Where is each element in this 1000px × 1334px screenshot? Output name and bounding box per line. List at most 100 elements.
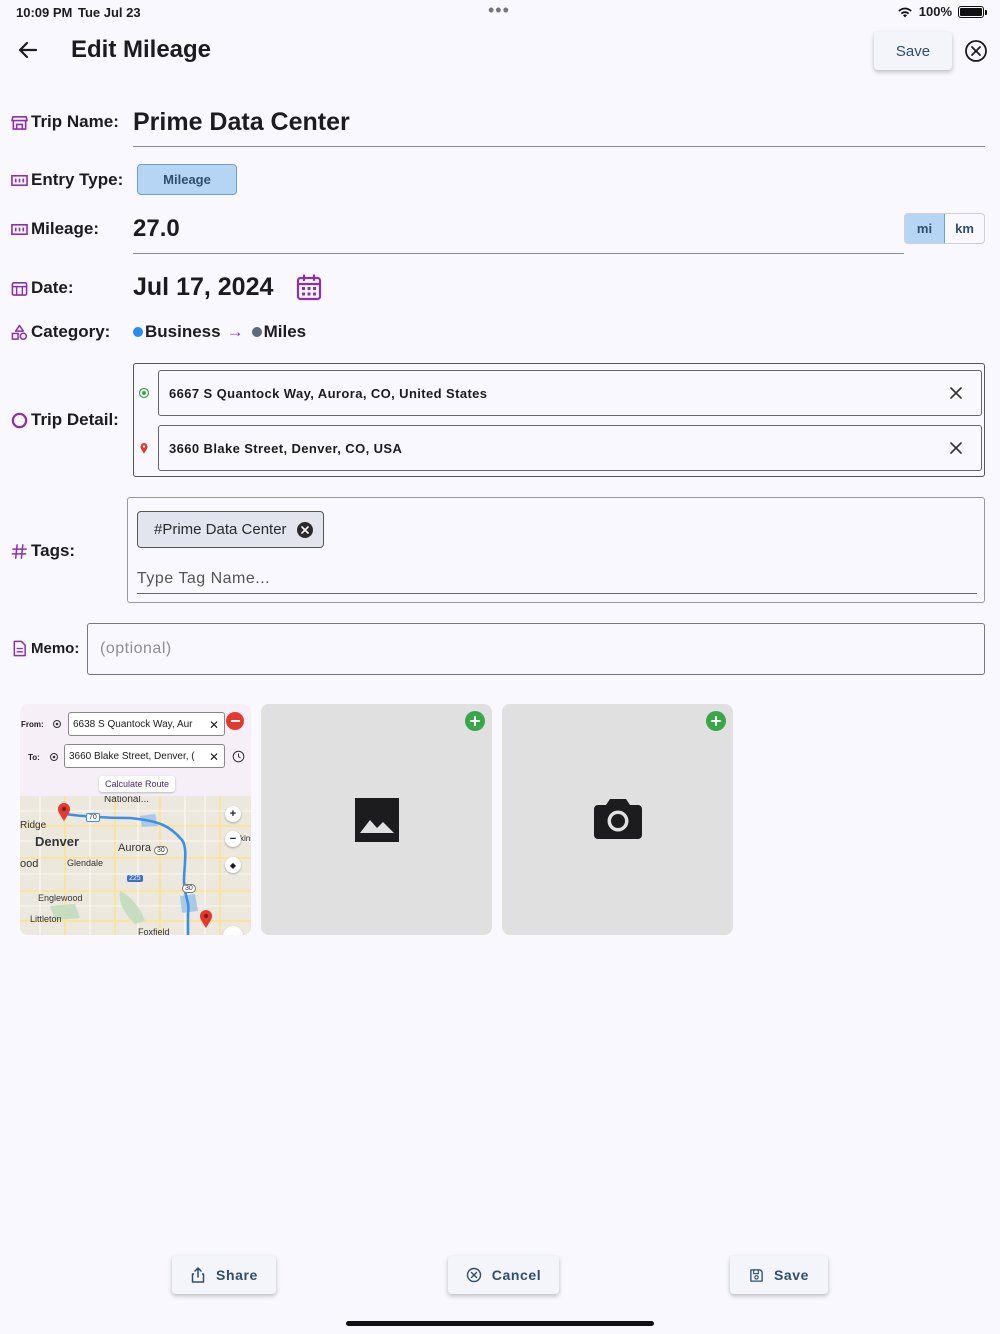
map-layers-icon[interactable]: ◆ bbox=[225, 857, 241, 873]
back-arrow-icon[interactable] bbox=[14, 36, 42, 64]
clear-end-icon[interactable] bbox=[947, 439, 965, 457]
category-value[interactable]: Business → Miles bbox=[133, 322, 306, 342]
battery-percent: 100% bbox=[918, 4, 952, 19]
entry-type-label: Entry Type: bbox=[11, 170, 123, 190]
date-value[interactable]: Jul 17, 2024 bbox=[133, 273, 273, 302]
map-to-clear-icon[interactable]: ✕ bbox=[205, 750, 219, 764]
add-camera-plus-icon[interactable] bbox=[706, 711, 726, 731]
trip-detail-box: 6667 S Quantock Way, Aurora, CO, United … bbox=[133, 363, 985, 477]
cancel-circle-icon bbox=[466, 1267, 481, 1283]
category-to: Miles bbox=[263, 322, 307, 341]
category-label-text: Category: bbox=[31, 322, 111, 341]
save-button-top[interactable]: Save bbox=[874, 32, 952, 70]
tag-name-input[interactable] bbox=[137, 564, 977, 594]
mileage-label-text: Mileage: bbox=[31, 219, 100, 238]
map-preview-tile[interactable]: From: 6638 S Quantock Way, Aur ✕ To: 366… bbox=[20, 704, 251, 935]
camera-tile[interactable] bbox=[502, 704, 733, 935]
mileage-value[interactable]: 27.0 bbox=[133, 215, 180, 243]
end-location-pin-icon bbox=[140, 443, 148, 454]
business-dot bbox=[133, 327, 143, 337]
home-indicator[interactable] bbox=[346, 1321, 654, 1326]
map-place-foxfield: Foxfield bbox=[138, 927, 170, 935]
tags-box: #Prime Data Center bbox=[127, 497, 985, 603]
map-place-glendale: Glendale bbox=[67, 858, 104, 868]
close-circle-icon[interactable] bbox=[964, 39, 988, 63]
memo-input[interactable] bbox=[87, 623, 985, 675]
status-time: 10:09 PM bbox=[16, 5, 73, 20]
map-to-value: 3660 Blake Street, Denver, ( bbox=[69, 750, 195, 762]
start-address-text: 6667 S Quantock Way, Aurora, CO, United … bbox=[169, 385, 488, 401]
trip-name-label-text: Trip Name: bbox=[31, 112, 119, 131]
map-zoom-out-button[interactable]: − bbox=[225, 831, 241, 847]
tag-chip-label: #Prime Data Center bbox=[154, 521, 287, 538]
map-to-row: To: bbox=[28, 752, 59, 762]
end-address-text: 3660 Blake Street, Denver, CO, USA bbox=[169, 440, 403, 456]
highway-225-shield: 225 bbox=[127, 875, 143, 882]
gps-target-icon bbox=[52, 720, 61, 728]
tags-label-text: Tags: bbox=[31, 541, 76, 560]
map-area[interactable]: National... Ridge Denver Aurora ood Glen… bbox=[20, 796, 251, 935]
remove-tag-icon[interactable] bbox=[296, 521, 313, 538]
clear-start-icon[interactable] bbox=[947, 384, 965, 402]
add-photo-plus-icon[interactable] bbox=[465, 711, 485, 731]
route-circle-icon bbox=[11, 412, 28, 428]
map-place-aurora: Aurora bbox=[118, 842, 152, 854]
entry-type-button[interactable]: Mileage bbox=[137, 164, 237, 195]
trip-detail-label: Trip Detail: bbox=[11, 410, 119, 430]
map-to-field[interactable]: 3660 Blake Street, Denver, ( ✕ bbox=[64, 744, 225, 768]
share-button[interactable]: Share bbox=[172, 1256, 276, 1294]
calculate-route-button[interactable]: Calculate Route bbox=[99, 776, 176, 792]
start-address-field[interactable]: 6667 S Quantock Way, Aurora, CO, United … bbox=[158, 370, 982, 416]
map-zoom-in-button[interactable]: + bbox=[225, 806, 241, 822]
save-button-bottom[interactable]: Save bbox=[730, 1256, 828, 1294]
trip-name-value[interactable]: Prime Data Center bbox=[133, 108, 350, 137]
image-gallery-icon bbox=[355, 798, 399, 842]
map-place-kins: kins bbox=[240, 834, 251, 843]
cancel-button[interactable]: Cancel bbox=[448, 1256, 559, 1294]
map-from-field[interactable]: 6638 S Quantock Way, Aur ✕ bbox=[68, 712, 225, 736]
start-map-pin-icon bbox=[58, 803, 70, 821]
map-place-ood: ood bbox=[20, 858, 39, 870]
map-to-label: To: bbox=[28, 752, 40, 762]
share-label: Share bbox=[216, 1267, 258, 1283]
memo-label-text: Memo: bbox=[31, 640, 80, 657]
share-icon bbox=[191, 1267, 205, 1283]
category-from: Business bbox=[145, 322, 221, 341]
date-label: Date: bbox=[11, 278, 74, 298]
map-place-englewood: Englewood bbox=[38, 893, 83, 903]
map-place-national: National... bbox=[104, 796, 150, 805]
trip-detail-label-text: Trip Detail: bbox=[31, 410, 119, 429]
highway-30-shield: 30 bbox=[154, 846, 168, 855]
store-icon bbox=[11, 115, 28, 130]
remove-map-icon[interactable] bbox=[226, 712, 244, 730]
category-arrow: → bbox=[226, 322, 244, 341]
save-label-bottom: Save bbox=[773, 1267, 810, 1283]
trip-name-underline bbox=[133, 146, 985, 147]
calendar-icon bbox=[11, 281, 28, 296]
miles-dot bbox=[251, 327, 262, 337]
date-label-text: Date: bbox=[31, 278, 74, 297]
odometer-icon bbox=[11, 223, 28, 235]
map-place-littleton: Littleton bbox=[30, 914, 62, 924]
map-from-value: 6638 S Quantock Way, Aur bbox=[73, 718, 193, 730]
unit-option-km[interactable]: km bbox=[945, 214, 984, 243]
document-icon bbox=[13, 640, 26, 657]
map-from-clear-icon[interactable]: ✕ bbox=[205, 718, 219, 732]
entry-type-label-text: Entry Type: bbox=[31, 170, 124, 189]
tag-chip[interactable]: #Prime Data Center bbox=[137, 511, 324, 548]
start-location-icon bbox=[138, 387, 150, 399]
tags-label: Tags: bbox=[11, 541, 75, 561]
multitasking-dots-icon[interactable]: ••• bbox=[488, 1, 510, 19]
wifi-icon bbox=[898, 7, 912, 17]
history-icon[interactable] bbox=[232, 750, 245, 763]
memo-label: Memo: bbox=[11, 640, 79, 657]
floppy-disk-icon bbox=[750, 1268, 763, 1282]
cancel-label: Cancel bbox=[491, 1267, 542, 1283]
unit-option-mi[interactable]: mi bbox=[905, 214, 945, 243]
date-picker-calendar-icon[interactable] bbox=[296, 274, 322, 301]
map-from-label: From: bbox=[21, 719, 44, 729]
map-place-denver: Denver bbox=[35, 834, 80, 849]
end-address-field[interactable]: 3660 Blake Street, Denver, CO, USA bbox=[158, 425, 982, 471]
end-map-pin-icon bbox=[200, 910, 212, 928]
photo-library-tile[interactable] bbox=[261, 704, 492, 935]
